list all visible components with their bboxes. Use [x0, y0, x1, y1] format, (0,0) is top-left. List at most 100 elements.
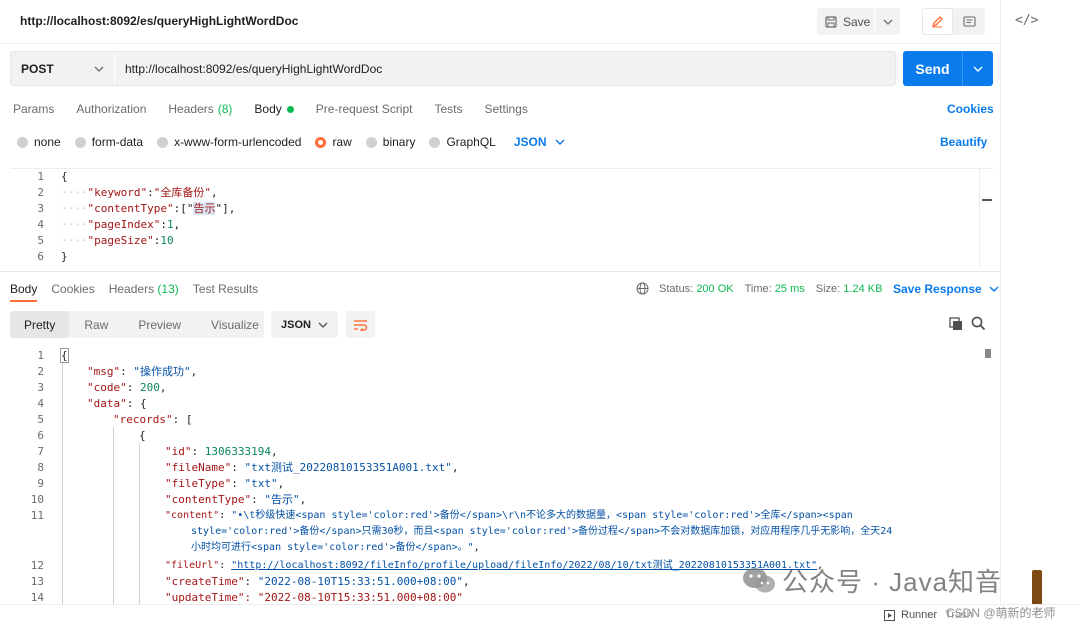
- radio-form-data[interactable]: form-data: [74, 135, 143, 149]
- json-key-partial: "updateTime": "2022-08-10T15:33:51.000+0…: [165, 591, 464, 604]
- wechat-logo-icon: [743, 567, 775, 592]
- line-number: 7: [37, 445, 44, 458]
- json-key: "fileType": [165, 477, 232, 490]
- search-icon[interactable]: [971, 316, 986, 331]
- json-key: "pageSize": [87, 234, 154, 247]
- view-pretty[interactable]: Pretty: [10, 311, 70, 338]
- tab-prerequest-script[interactable]: Pre-request Script: [316, 102, 413, 116]
- active-tab-underline: [10, 300, 37, 302]
- comment-icon: [962, 15, 976, 27]
- line-number: 3: [37, 202, 44, 215]
- json-value: 1306333194: [204, 445, 271, 458]
- watermark-text: 公众号 · Java知音: [782, 567, 1003, 597]
- save-button[interactable]: Save: [817, 8, 875, 35]
- save-dropdown-button[interactable]: [875, 19, 900, 25]
- runner-button[interactable]: Runner: [884, 609, 937, 621]
- json-key: "createTime": [165, 575, 245, 588]
- json-value: "txt": [244, 477, 278, 490]
- tab-authorization[interactable]: Authorization: [76, 102, 146, 116]
- resp-tab-cookies[interactable]: Cookies: [51, 282, 94, 296]
- status-value[interactable]: 200 OK: [696, 283, 733, 295]
- save-button-group[interactable]: Save: [817, 8, 900, 35]
- json-key: "keyword": [87, 186, 148, 199]
- tab-body-label: Body: [254, 102, 282, 116]
- size-value[interactable]: 1.24 KB: [843, 283, 882, 295]
- cookies-link[interactable]: Cookies: [947, 102, 994, 116]
- indent-guide: [62, 363, 63, 604]
- radio-graphql-label: GraphQL: [446, 135, 496, 149]
- tab-body[interactable]: Body: [254, 102, 294, 116]
- url-bar: POST http://localhost:8092/es/queryHighL…: [10, 51, 896, 86]
- send-button[interactable]: Send: [903, 51, 963, 86]
- scrollbar-thumb[interactable]: [982, 199, 992, 201]
- response-format-select[interactable]: JSON: [271, 311, 338, 338]
- radio-none[interactable]: none: [17, 135, 61, 149]
- globe-icon[interactable]: [636, 282, 649, 295]
- json-value: "2022-08-10T15:33:51.000+08:00": [257, 575, 464, 588]
- url-input[interactable]: http://localhost:8092/es/queryHighLightW…: [115, 62, 382, 76]
- wrap-lines-icon: [354, 319, 368, 331]
- tab-params[interactable]: Params: [13, 102, 54, 116]
- tab-tests[interactable]: Tests: [434, 102, 462, 116]
- save-label: Save: [843, 14, 871, 29]
- raw-format-label: JSON: [513, 135, 547, 149]
- json-key: "content": [165, 510, 220, 521]
- line-number: 8: [37, 461, 44, 474]
- status-label: Status:: [659, 282, 694, 295]
- json-value: 200: [140, 381, 160, 394]
- request-title-bar: http://localhost:8092/es/queryHighLightW…: [0, 0, 1000, 44]
- request-title[interactable]: http://localhost:8092/es/queryHighLightW…: [20, 14, 298, 28]
- json-key: "fileUrl": [165, 560, 220, 571]
- chevron-down-icon: [94, 66, 104, 72]
- status-footer: Runner Trash: [0, 604, 1080, 624]
- json-value-link[interactable]: "http://localhost:8092/fileInfo/profile/…: [231, 560, 817, 571]
- resp-tab-test-results[interactable]: Test Results: [193, 282, 258, 296]
- pencil-icon: [931, 16, 943, 28]
- method-select[interactable]: POST: [11, 52, 115, 85]
- pane-divider[interactable]: [0, 271, 1000, 272]
- line-number: 4: [37, 218, 44, 231]
- json-key: "contentType": [87, 202, 174, 215]
- edit-mode-button[interactable]: [922, 8, 953, 35]
- code-snippet-icon[interactable]: </>: [1015, 13, 1038, 28]
- resp-tab-body[interactable]: Body: [10, 282, 37, 296]
- resp-tab-headers-label: Headers: [108, 282, 155, 296]
- line-number: 13: [30, 575, 44, 588]
- tab-settings[interactable]: Settings: [485, 102, 528, 116]
- view-visualize[interactable]: Visualize: [196, 311, 274, 338]
- save-response-button[interactable]: Save Response: [893, 282, 999, 296]
- indent-guide: [113, 427, 114, 604]
- json-value: "操作成功": [133, 365, 191, 378]
- time-value[interactable]: 25 ms: [775, 283, 805, 295]
- code-token: {: [139, 429, 146, 442]
- body-type-selector: none form-data x-www-form-urlencoded raw…: [17, 135, 565, 149]
- copy-icon[interactable]: [949, 317, 963, 331]
- view-preview[interactable]: Preview: [123, 311, 196, 338]
- line-number: 12: [30, 559, 44, 572]
- request-scrollbar[interactable]: [979, 169, 993, 268]
- radio-urlencoded[interactable]: x-www-form-urlencoded: [157, 135, 301, 149]
- comments-button[interactable]: [953, 8, 985, 35]
- runner-label: Runner: [901, 609, 938, 621]
- radio-binary[interactable]: binary: [365, 135, 415, 149]
- wrap-lines-button[interactable]: [346, 311, 375, 338]
- line-number: 14: [30, 591, 44, 604]
- size-label: Size:: [815, 282, 841, 295]
- chevron-down-icon: [318, 322, 328, 328]
- indent-guide: [139, 443, 140, 604]
- send-dropdown-button[interactable]: [963, 51, 993, 86]
- request-body-editor[interactable]: 1{ 2 ····"keyword":"全库备份", 3 ····"contentT…: [10, 168, 993, 268]
- view-raw[interactable]: Raw: [69, 311, 123, 338]
- radio-raw[interactable]: raw: [315, 135, 352, 149]
- chevron-down-icon: [883, 19, 892, 25]
- radio-urlencoded-dot: [157, 136, 169, 148]
- radio-graphql-dot: [429, 136, 441, 148]
- beautify-button[interactable]: Beautify: [940, 135, 987, 149]
- line-number: 4: [37, 397, 44, 410]
- scrollbar-thumb[interactable]: [985, 349, 991, 358]
- size-item: Size: 1.24 KB: [816, 283, 883, 295]
- raw-format-select[interactable]: JSON: [514, 135, 565, 149]
- radio-graphql[interactable]: GraphQL: [429, 135, 496, 149]
- tab-headers[interactable]: Headers (8): [168, 102, 232, 116]
- resp-tab-headers[interactable]: Headers (13): [109, 282, 179, 296]
